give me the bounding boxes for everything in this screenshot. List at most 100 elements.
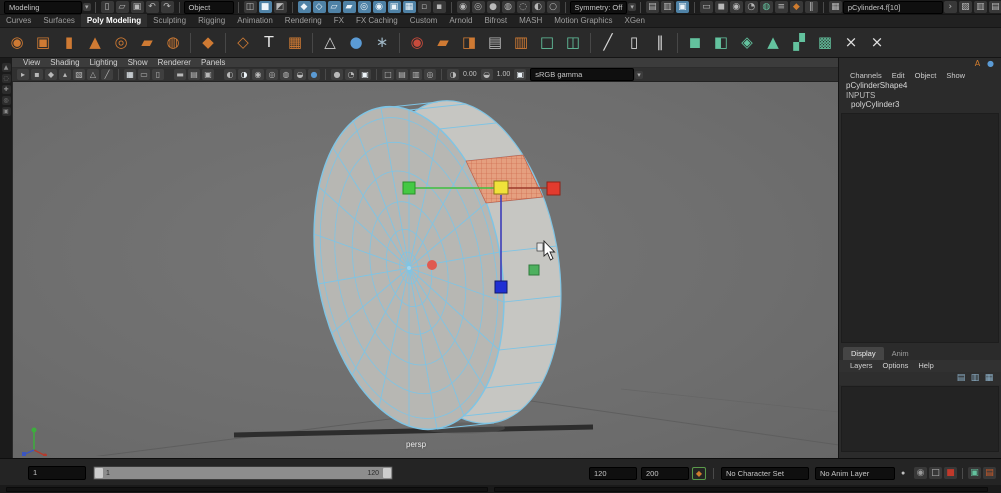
grid-icon[interactable]: ▦ (124, 69, 136, 80)
tab-bifrost[interactable]: Bifrost (478, 14, 513, 27)
mute-icon[interactable]: ◉ (914, 467, 927, 479)
panel-tool-settings-icon[interactable]: ● (985, 58, 996, 70)
tab-poly-modeling[interactable]: Poly Modeling (81, 14, 147, 27)
channel-box-toggle-icon[interactable]: ▤ (989, 1, 1001, 13)
dof-icon[interactable]: ● (308, 69, 320, 80)
tab-arnold[interactable]: Arnold (443, 14, 478, 27)
boolean-difference-icon[interactable]: ◧ (709, 31, 733, 55)
range-slider[interactable]: 1 120 (93, 466, 393, 480)
tab-custom[interactable]: Custom (404, 14, 444, 27)
lock-camera-icon[interactable]: ▪ (31, 69, 43, 80)
insert-edge-loop-icon[interactable]: ▯ (622, 31, 646, 55)
create-layer-from-selected-icon[interactable]: ▥ (969, 372, 981, 384)
manipulator-green-handle[interactable] (403, 182, 415, 194)
wireframe-on-shaded-icon[interactable]: ▣ (359, 69, 371, 80)
redo-icon[interactable]: ↷ (161, 1, 174, 13)
menu-edit[interactable]: Edit (888, 71, 909, 80)
lighting-icon[interactable]: ◐ (224, 69, 236, 80)
chevron-down-icon[interactable]: ▾ (83, 3, 91, 11)
scene-3d[interactable] (13, 82, 839, 456)
tab-rendering[interactable]: Rendering (279, 14, 328, 27)
field-chart-icon[interactable]: ▤ (188, 69, 200, 80)
snap-point-icon[interactable]: ● (487, 1, 500, 13)
rotate-tool-icon[interactable]: ◎ (2, 96, 11, 105)
panel-attribute-editor-icon[interactable]: A (972, 58, 983, 70)
poly-cone-icon[interactable]: ▲ (83, 31, 107, 55)
current-time-field[interactable]: 1 (28, 466, 86, 480)
aa-icon[interactable]: ◎ (424, 69, 436, 80)
paint-tool-icon[interactable]: ● (344, 31, 368, 55)
scene-light-icon[interactable]: □ (382, 69, 394, 80)
snap-release-icon[interactable]: ○ (547, 1, 560, 13)
numeric-input-mode-icon[interactable]: ▦ (829, 1, 842, 13)
open-scene-icon[interactable]: ▱ (116, 1, 129, 13)
tab-mash[interactable]: MASH (513, 14, 548, 27)
scale-tool-icon[interactable]: ▣ (2, 107, 11, 116)
combine-icon[interactable]: ▰ (431, 31, 455, 55)
mask-handles-icon[interactable]: ◆ (298, 1, 311, 13)
bevel-icon[interactable]: ▲ (761, 31, 785, 55)
type-tool-icon[interactable]: T (257, 31, 281, 55)
ssao-icon[interactable]: ▥ (410, 69, 422, 80)
poly-plane-icon[interactable]: ▰ (135, 31, 159, 55)
duplicate-face-icon[interactable]: ▥ (509, 31, 533, 55)
poly-disc-icon[interactable]: ◍ (161, 31, 185, 55)
new-scene-icon[interactable]: ▯ (101, 1, 114, 13)
extract-icon[interactable]: ▤ (483, 31, 507, 55)
pause-viewport-icon[interactable]: ‖ (805, 1, 818, 13)
resolution-gate-icon[interactable]: ▯ (152, 69, 164, 80)
channel-box-input-node[interactable]: polyCylinder3 (839, 100, 1001, 110)
multi-component-icon[interactable]: ∗ (370, 31, 394, 55)
make-live-icon[interactable]: ◐ (532, 1, 545, 13)
manipulator-red-handle[interactable] (547, 182, 560, 195)
chevron-down-icon[interactable]: ▾ (635, 71, 643, 79)
quad-draw-icon[interactable]: × (839, 31, 863, 55)
exposure-icon[interactable]: ◑ (447, 69, 459, 80)
create-empty-layer-icon[interactable]: ▤ (955, 372, 967, 384)
lock-selection-icon[interactable]: ▫ (418, 1, 431, 13)
isolate-select-icon[interactable]: ● (331, 69, 343, 80)
boolean-union-icon[interactable]: ◼ (683, 31, 707, 55)
highlight-selection-icon[interactable]: ▪ (433, 1, 446, 13)
poly-torus-icon[interactable]: ◎ (109, 31, 133, 55)
menu-set-dropdown[interactable]: Modeling ▾ (4, 1, 91, 14)
command-line-input[interactable] (6, 487, 488, 492)
sculpt-tool-icon[interactable]: △ (318, 31, 342, 55)
delete-component-icon[interactable]: × (865, 31, 889, 55)
sweep-mesh-icon[interactable]: ◇ (231, 31, 255, 55)
tab-rigging[interactable]: Rigging (192, 14, 231, 27)
menu-show[interactable]: Show (123, 58, 153, 67)
gate-mask-icon[interactable]: ▬ (174, 69, 186, 80)
loop-icon[interactable]: □ (929, 467, 942, 479)
render-setup-icon[interactable]: ≡ (775, 1, 788, 13)
menu-view[interactable]: View (18, 58, 45, 67)
menu-panels[interactable]: Panels (196, 58, 230, 67)
multi-cut-icon[interactable]: ╱ (596, 31, 620, 55)
poly-cube-icon[interactable]: ▣ (31, 31, 55, 55)
snap-curve-icon[interactable]: ◎ (472, 1, 485, 13)
menu-layers[interactable]: Layers (845, 361, 878, 370)
mirror-icon[interactable]: ◉ (405, 31, 429, 55)
symmetry-dropdown[interactable]: Symmetry: Off (570, 1, 628, 14)
modeling-toolkit-toggle-icon[interactable]: ▨ (959, 1, 972, 13)
svg-tool-icon[interactable]: ▦ (283, 31, 307, 55)
viewport-canvas[interactable]: persp (12, 82, 838, 461)
poly-cylinder-mesh[interactable] (290, 86, 585, 445)
tab-xgen[interactable]: XGen (618, 14, 650, 27)
soft-select-handle[interactable] (529, 265, 539, 275)
texture-view-icon[interactable]: ▤ (396, 69, 408, 80)
view-transform-value[interactable]: sRGB gamma (530, 68, 634, 81)
separate-icon[interactable]: ◨ (457, 31, 481, 55)
numeric-input-field[interactable]: pCylinder4.f[10] (843, 1, 943, 14)
menu-object[interactable]: Object (911, 71, 941, 80)
motion-blur-icon[interactable]: ◎ (266, 69, 278, 80)
snap-grid-icon[interactable]: ◉ (457, 1, 470, 13)
manipulator-center-handle[interactable] (494, 181, 508, 194)
poly-sphere-icon[interactable]: ◉ (5, 31, 29, 55)
save-scene-icon[interactable]: ▣ (131, 1, 144, 13)
menu-show[interactable]: Show (942, 71, 969, 80)
menu-help[interactable]: Help (913, 361, 938, 370)
hypershade-icon[interactable]: ◍ (760, 1, 773, 13)
mask-joints-icon[interactable]: ◇ (313, 1, 326, 13)
subdivide-icon[interactable]: ◫ (561, 31, 585, 55)
